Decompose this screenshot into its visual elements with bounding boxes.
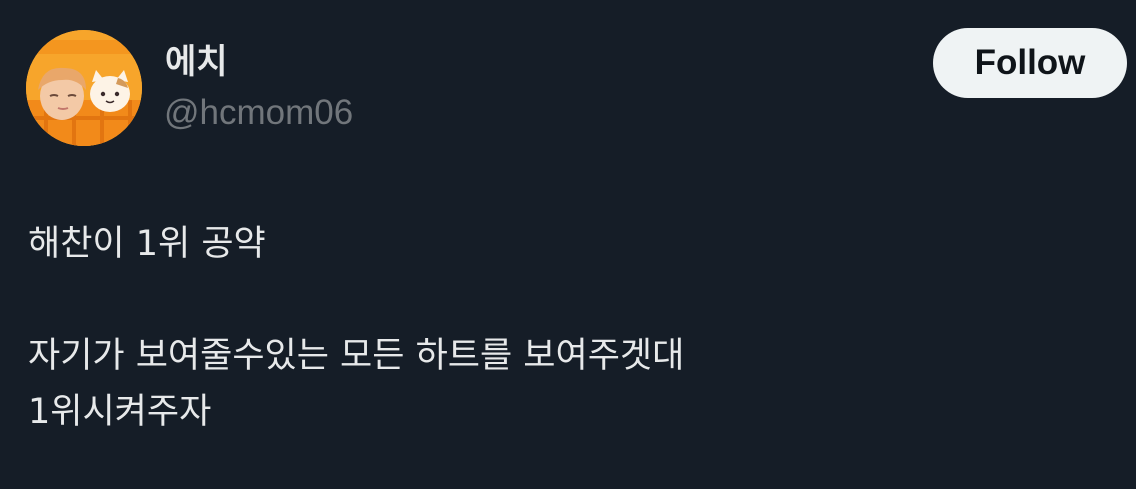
display-name[interactable]: 에치 <box>165 40 228 84</box>
tweet-text-line: 해찬이 1위 공약 <box>28 224 266 264</box>
avatar-image <box>26 30 142 146</box>
user-handle[interactable]: @hcmom06 <box>164 91 353 135</box>
tweet-card: 에치 @hcmom06 Follow 해찬이 1위 공약 자기가 보여줄수있는 … <box>0 0 1136 489</box>
profile-avatar[interactable] <box>26 30 142 146</box>
tweet-text-line: 자기가 보여줄수있는 모든 하트를 보여주겟대 1위시켜주자 <box>28 336 685 432</box>
follow-button[interactable]: Follow <box>933 28 1127 98</box>
tweet-text: 해찬이 1위 공약 자기가 보여줄수있는 모든 하트를 보여주겟대 1위시켜주자 <box>28 216 1108 440</box>
